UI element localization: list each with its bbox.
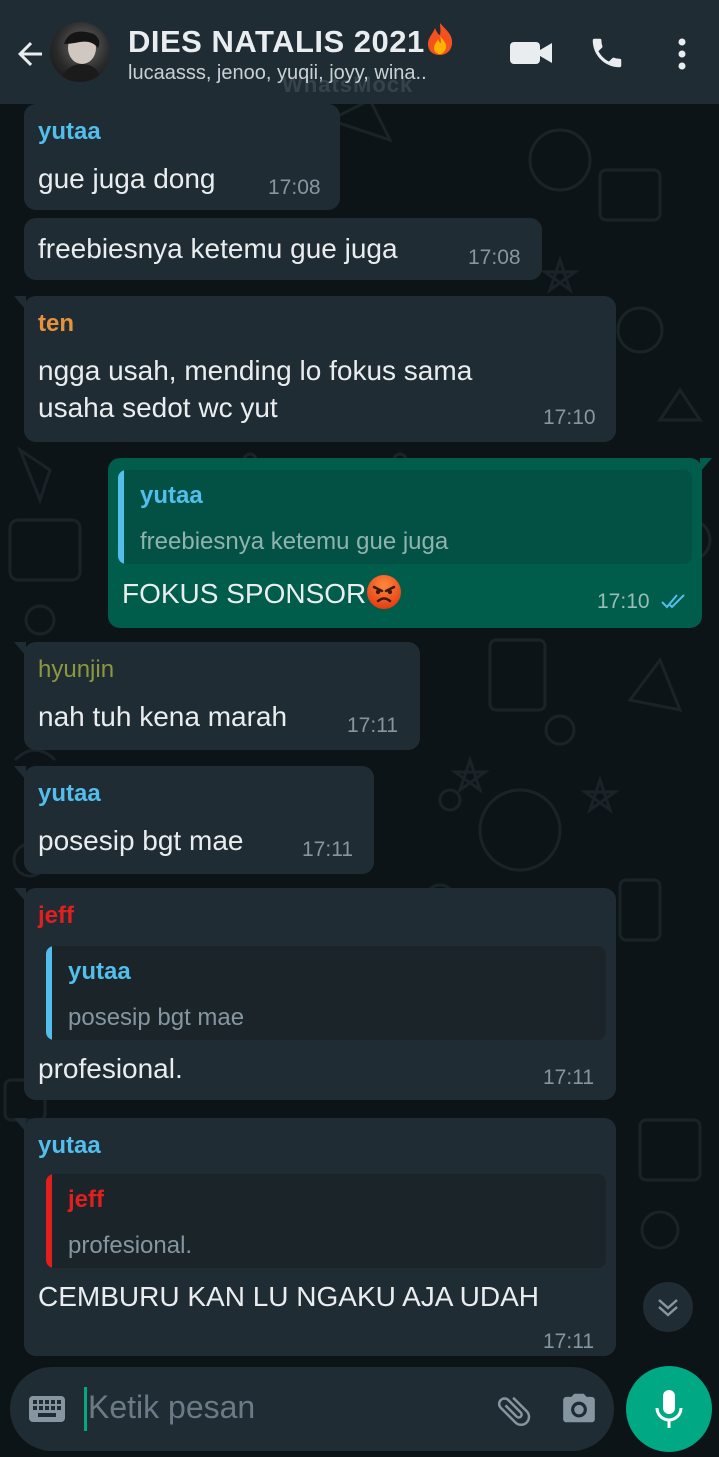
reply-quote-text: freebiesnya ketemu gue juga xyxy=(140,528,449,555)
message-text: FOKUS SPONSOR xyxy=(122,578,367,609)
watermark: WhatsMock xyxy=(282,72,414,97)
video-call-icon[interactable] xyxy=(508,36,554,75)
message-bubble-outgoing[interactable]: yutaa freebiesnya ketemu gue juga FOKUS … xyxy=(108,458,712,628)
reply-quote[interactable]: yutaa posesip bgt mae xyxy=(46,946,606,1040)
keyboard-icon[interactable] xyxy=(28,1395,66,1428)
message-sender: yutaa xyxy=(38,780,101,807)
message-sender: jeff xyxy=(38,902,74,929)
chat-title-text: DIES NATALIS 2021 xyxy=(128,24,425,59)
message-text: CEMBURU KAN LU NGAKU AJA UDAH xyxy=(38,1281,539,1312)
message-composer: Ketik pesan xyxy=(10,1367,614,1451)
message-bubble-incoming[interactable]: yutaa jeff profesional. CEMBURU KAN LU N… xyxy=(14,1118,616,1356)
group-avatar[interactable] xyxy=(50,22,110,82)
message-text-wrap: FOKUS SPONSOR xyxy=(122,574,402,619)
reply-quote[interactable]: jeff profesional. xyxy=(46,1174,606,1268)
reply-quote-sender: jeff xyxy=(68,1186,104,1213)
text-caret xyxy=(84,1387,87,1431)
fire-emoji-icon xyxy=(425,22,455,56)
reply-quote-bar xyxy=(118,470,124,564)
message-text-line1: ngga usah, mending lo fokus sama xyxy=(38,355,473,386)
read-ticks-icon xyxy=(660,592,688,615)
mic-icon xyxy=(655,1390,683,1428)
angry-face-emoji-icon xyxy=(366,574,402,619)
chat-title[interactable]: DIES NATALIS 2021 xyxy=(128,22,455,60)
message-time: 17:11 xyxy=(347,714,398,737)
scroll-to-bottom-button[interactable] xyxy=(643,1282,693,1332)
camera-icon[interactable] xyxy=(560,1389,598,1432)
message-text: profesional. xyxy=(38,1053,183,1084)
phone-call-icon[interactable] xyxy=(588,34,626,77)
message-sender: yutaa xyxy=(38,118,101,145)
chevron-double-down-icon xyxy=(658,1299,678,1317)
message-time: 17:11 xyxy=(543,1330,594,1353)
message-bubble-incoming[interactable]: ten ngga usah, mending lo fokus sama usa… xyxy=(14,296,616,442)
message-sender: hyunjin xyxy=(38,656,115,683)
reply-quote-sender: yutaa xyxy=(68,958,131,985)
message-sender: yutaa xyxy=(38,1132,101,1159)
more-vert-icon[interactable] xyxy=(672,36,692,77)
message-text: posesip bgt mae xyxy=(38,825,244,856)
reply-quote-bar xyxy=(46,946,52,1040)
message-text: gue juga dong xyxy=(38,163,216,194)
message-input[interactable]: Ketik pesan xyxy=(88,1389,255,1426)
back-arrow-icon[interactable] xyxy=(12,36,48,72)
message-text-line2: usaha sedot wc yut xyxy=(38,392,278,423)
message-time: 17:08 xyxy=(468,246,521,269)
chat-header: DIES NATALIS 2021 lucaasss, jenoo, yuqii… xyxy=(0,0,719,104)
avatar-photo xyxy=(60,31,102,82)
message-bubble-incoming[interactable]: yutaa posesip bgt mae 17:11 xyxy=(14,766,374,874)
message-sender: ten xyxy=(38,310,74,337)
message-bubble-incoming[interactable]: hyunjin nah tuh kena marah 17:11 xyxy=(14,642,420,750)
reply-quote-sender: yutaa xyxy=(140,482,203,509)
message-time: 17:11 xyxy=(302,838,353,861)
message-text: freebiesnya ketemu gue juga xyxy=(38,233,398,264)
message-bubble-incoming[interactable]: jeff yutaa posesip bgt mae profesional. … xyxy=(14,888,616,1100)
message-time: 17:11 xyxy=(543,1066,594,1089)
message-time: 17:08 xyxy=(268,176,321,199)
message-time: 17:10 xyxy=(597,590,650,613)
message-bubble-incoming[interactable]: yutaa gue juga dong 17:08 xyxy=(24,104,340,210)
message-time: 17:10 xyxy=(543,406,596,429)
reply-quote[interactable]: yutaa freebiesnya ketemu gue juga xyxy=(118,470,692,564)
message-text: nah tuh kena marah xyxy=(38,701,288,732)
reply-quote-bar xyxy=(46,1174,52,1268)
attach-icon[interactable] xyxy=(494,1391,534,1436)
reply-quote-text: profesional. xyxy=(68,1232,193,1259)
reply-quote-text: posesip bgt mae xyxy=(68,1004,245,1031)
voice-message-button[interactable] xyxy=(626,1366,712,1452)
message-bubble-incoming[interactable]: freebiesnya ketemu gue juga 17:08 xyxy=(24,218,542,280)
